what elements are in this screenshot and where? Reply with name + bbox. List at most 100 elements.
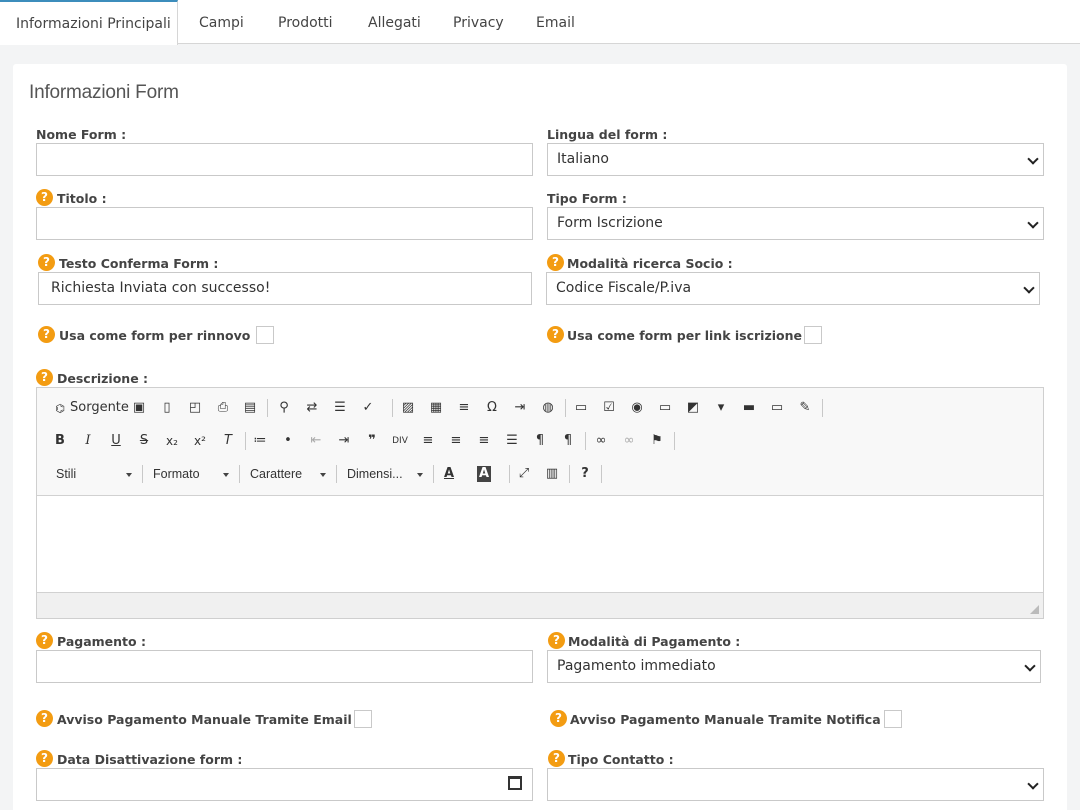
tab-privacy[interactable]: Privacy (453, 0, 504, 44)
data-disattivazione-input[interactable] (36, 768, 533, 801)
help-icon[interactable]: ? (36, 710, 53, 727)
help-icon[interactable]: ? (36, 369, 53, 386)
div-icon[interactable]: DIV (392, 433, 408, 449)
new-page-icon[interactable]: ▯ (159, 400, 175, 416)
modalita-ricerca-select[interactable]: Codice Fiscale/P.iva (546, 272, 1040, 305)
usa-link-checkbox[interactable] (804, 326, 822, 344)
numbered-list-icon[interactable]: ≔ (252, 433, 268, 449)
preview-icon[interactable]: ◰ (187, 400, 203, 416)
usa-link-label: Usa come form per link iscrizione : (567, 328, 812, 343)
rtl-icon[interactable]: ¶ (560, 433, 576, 449)
textarea-icon[interactable]: ◩ (685, 400, 701, 416)
image-icon[interactable]: ▨ (400, 400, 416, 416)
help-glyph-icon[interactable]: ? (577, 466, 593, 482)
horizontal-line-icon[interactable]: ≡ (456, 400, 472, 416)
avviso-email-checkbox[interactable] (354, 710, 372, 728)
tipo-contatto-select[interactable] (547, 768, 1044, 801)
hidden-field-icon[interactable]: ✎ (797, 400, 813, 416)
tipo-form-select[interactable]: Form Iscrizione (547, 207, 1044, 240)
show-blocks-icon[interactable]: ▥ (544, 466, 560, 482)
text-color-icon[interactable]: A (441, 466, 457, 482)
align-center-icon[interactable]: ≡ (448, 433, 464, 449)
replace-icon[interactable]: ⇄ (304, 400, 320, 416)
help-icon[interactable]: ? (38, 254, 55, 271)
unlink-icon[interactable]: ∞ (621, 433, 637, 449)
chevron-down-icon (1023, 282, 1035, 294)
align-left-icon[interactable]: ≡ (420, 433, 436, 449)
link-icon[interactable]: ∞ (593, 433, 609, 449)
help-icon[interactable]: ? (547, 326, 564, 343)
size-combo[interactable]: Dimensi... (347, 467, 427, 481)
tab-allegati[interactable]: Allegati (368, 0, 421, 44)
page-break-icon[interactable]: ⇥ (512, 400, 528, 416)
calendar-icon[interactable] (508, 776, 522, 790)
titolo-input[interactable] (36, 207, 533, 240)
usa-rinnovo-checkbox[interactable] (256, 326, 274, 344)
subscript-icon[interactable]: x₂ (164, 433, 180, 449)
remove-format-icon[interactable]: T (220, 433, 236, 449)
table-icon[interactable]: ▦ (428, 400, 444, 416)
help-icon[interactable]: ? (38, 326, 55, 343)
modalita-ricerca-value: Codice Fiscale/P.iva (556, 280, 692, 296)
save-icon[interactable]: ▣ (131, 400, 147, 416)
toolbar-separator (142, 465, 143, 483)
templates-icon[interactable]: ▤ (242, 400, 258, 416)
source-button[interactable]: Sorgente (70, 400, 129, 415)
italic-icon[interactable]: I (80, 433, 96, 449)
testo-conferma-input[interactable]: Richiesta Inviata con successo! (38, 272, 532, 305)
help-icon[interactable]: ? (550, 710, 567, 727)
help-icon[interactable]: ? (36, 750, 53, 767)
avviso-notifica-label: Avviso Pagamento Manuale Tramite Notific… (570, 712, 891, 727)
pagamento-input[interactable] (36, 650, 533, 683)
ltr-icon[interactable]: ¶ (532, 433, 548, 449)
align-right-icon[interactable]: ≡ (476, 433, 492, 449)
avviso-notifica-checkbox[interactable] (884, 710, 902, 728)
help-icon[interactable]: ? (36, 632, 53, 649)
text-field-icon[interactable]: ▭ (657, 400, 673, 416)
select-all-icon[interactable]: ☰ (332, 400, 348, 416)
lingua-select[interactable]: Italiano (547, 143, 1044, 176)
help-icon[interactable]: ? (548, 750, 565, 767)
print-icon[interactable]: ⎙ (215, 400, 231, 416)
blockquote-icon[interactable]: ❞ (364, 433, 380, 449)
background-color-icon[interactable]: A (477, 466, 491, 482)
nome-form-input[interactable] (36, 143, 533, 176)
justify-icon[interactable]: ☰ (504, 433, 520, 449)
editor-content-area[interactable] (37, 496, 1043, 592)
button-field-icon[interactable]: ▬ (741, 400, 757, 416)
iframe-icon[interactable]: ◍ (540, 400, 556, 416)
superscript-icon[interactable]: x² (192, 433, 208, 449)
resize-grip-icon[interactable] (1030, 605, 1039, 614)
help-icon[interactable]: ? (547, 254, 564, 271)
source-icon[interactable]: ⌬ (52, 401, 68, 417)
maximize-icon[interactable]: ⤢ (516, 466, 532, 482)
styles-combo[interactable]: Stili (56, 467, 136, 481)
checkbox-icon[interactable]: ☑ (601, 400, 617, 416)
tab-email[interactable]: Email (536, 0, 575, 44)
find-icon[interactable]: ⚲ (276, 400, 292, 416)
spellcheck-icon[interactable]: ✓ (360, 400, 376, 416)
editor-toolbar: ⌬ Sorgente ▣ ▯ ◰ ⎙ ▤ ⚲ ⇄ ☰ ✓ ▨ ▦ ≡ Ω ⇥ ◍… (37, 388, 1043, 496)
bulleted-list-icon[interactable]: • (280, 433, 296, 449)
radio-icon[interactable]: ◉ (629, 400, 645, 416)
font-combo[interactable]: Carattere (250, 467, 330, 481)
strikethrough-icon[interactable]: S (136, 433, 152, 449)
special-char-icon[interactable]: Ω (484, 400, 500, 416)
rich-text-editor: ⌬ Sorgente ▣ ▯ ◰ ⎙ ▤ ⚲ ⇄ ☰ ✓ ▨ ▦ ≡ Ω ⇥ ◍… (36, 387, 1044, 619)
format-combo[interactable]: Formato (153, 467, 233, 481)
help-icon[interactable]: ? (36, 189, 53, 206)
underline-icon[interactable]: U (108, 433, 124, 449)
help-icon[interactable]: ? (548, 632, 565, 649)
form-icon[interactable]: ▭ (573, 400, 589, 416)
tab-informazioni-principali[interactable]: Informazioni Principali (0, 0, 178, 45)
tab-prodotti[interactable]: Prodotti (278, 0, 333, 44)
outdent-icon[interactable]: ⇤ (308, 433, 324, 449)
indent-icon[interactable]: ⇥ (336, 433, 352, 449)
tab-campi[interactable]: Campi (199, 0, 244, 44)
image-button-icon[interactable]: ▭ (769, 400, 785, 416)
anchor-flag-icon[interactable]: ⚑ (649, 433, 665, 449)
usa-rinnovo-label: Usa come form per rinnovo : (59, 328, 260, 343)
modalita-pagamento-select[interactable]: Pagamento immediato (547, 650, 1041, 683)
bold-icon[interactable]: B (52, 433, 68, 449)
select-field-icon[interactable]: ▾ (713, 400, 729, 416)
